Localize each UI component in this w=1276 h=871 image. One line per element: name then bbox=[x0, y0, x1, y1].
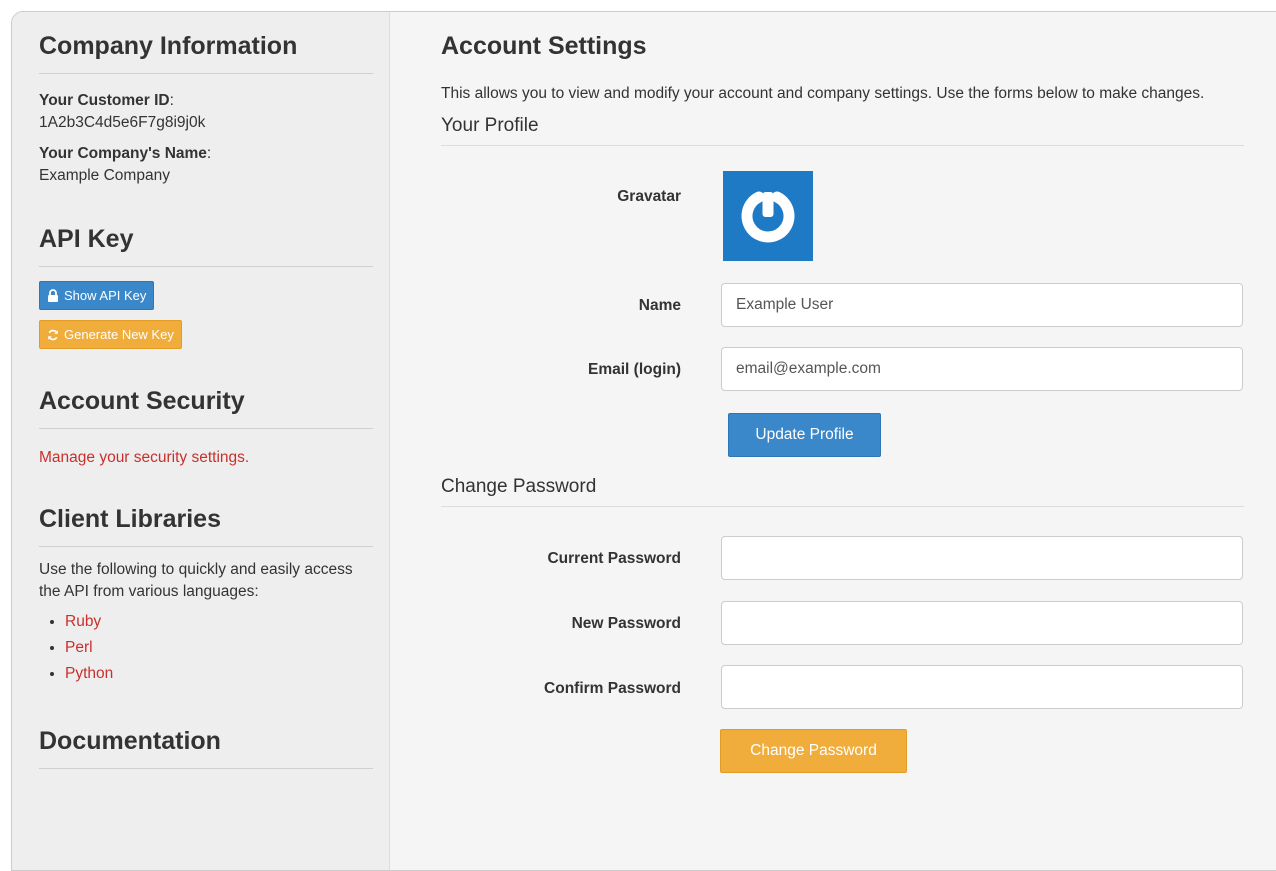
library-link-ruby[interactable]: Ruby bbox=[65, 613, 101, 630]
new-password-input[interactable] bbox=[721, 601, 1243, 645]
company-name: Your Company's Name: Example Company bbox=[39, 143, 373, 187]
change-password-section-title: Change Password bbox=[441, 476, 1244, 507]
new-password-label: New Password bbox=[571, 615, 681, 632]
app-window: Company Information Your Customer ID: 1A… bbox=[11, 11, 1276, 871]
customer-id-separator: : bbox=[169, 92, 174, 109]
client-libraries-description: Use the following to quickly and easily … bbox=[39, 561, 353, 600]
customer-id: Your Customer ID: 1A2b3C4d5e6F7g8i9j0k bbox=[39, 90, 373, 134]
main-content: Account Settings This allows you to view… bbox=[441, 12, 1244, 773]
your-profile-section-title: Your Profile bbox=[441, 115, 1244, 146]
name-label: Name bbox=[638, 297, 681, 314]
list-item: Perl bbox=[65, 635, 373, 661]
gravatar-label: Gravatar bbox=[617, 188, 681, 205]
company-name-label: Your Company's Name bbox=[39, 145, 207, 162]
api-key-heading: API Key bbox=[39, 225, 373, 267]
update-profile-button[interactable]: Update Profile bbox=[728, 413, 881, 457]
gravatar-image bbox=[723, 171, 813, 261]
show-api-key-label: Show API Key bbox=[64, 288, 147, 303]
customer-id-label: Your Customer ID bbox=[39, 92, 170, 109]
current-password-input[interactable] bbox=[721, 536, 1243, 580]
list-item: Ruby bbox=[65, 609, 373, 635]
refresh-icon bbox=[47, 329, 59, 341]
password-form: Current Password New Password Confirm Pa… bbox=[441, 507, 1244, 773]
change-password-button[interactable]: Change Password bbox=[720, 729, 907, 773]
email-label: Email (login) bbox=[588, 361, 681, 378]
customer-id-value: 1A2b3C4d5e6F7g8i9j0k bbox=[39, 114, 206, 131]
api-key-actions: Show API Key Generate New Key bbox=[39, 281, 373, 349]
confirm-password-label: Confirm Password bbox=[544, 680, 681, 697]
show-api-key-button[interactable]: Show API Key bbox=[39, 281, 155, 310]
profile-form: Gravatar Name Example User Email (login)… bbox=[441, 146, 1244, 476]
list-item: Python bbox=[65, 661, 373, 687]
confirm-password-input[interactable] bbox=[721, 665, 1243, 709]
gravatar-logo-icon bbox=[723, 191, 813, 265]
generate-new-key-button[interactable]: Generate New Key bbox=[39, 320, 182, 349]
lock-icon bbox=[47, 289, 59, 302]
client-libraries-list: Ruby Perl Python bbox=[39, 609, 373, 687]
library-link-perl[interactable]: Perl bbox=[65, 639, 93, 656]
client-libraries-heading: Client Libraries bbox=[39, 505, 373, 547]
documentation-heading: Documentation bbox=[39, 727, 373, 769]
company-name-value: Example Company bbox=[39, 167, 170, 184]
generate-new-key-label: Generate New Key bbox=[64, 327, 174, 342]
company-information-heading: Company Information bbox=[39, 32, 373, 74]
page-intro: This allows you to view and modify your … bbox=[441, 85, 1205, 102]
sidebar: Company Information Your Customer ID: 1A… bbox=[12, 12, 390, 870]
page-title: Account Settings bbox=[441, 32, 647, 60]
company-name-separator: : bbox=[206, 145, 212, 162]
current-password-label: Current Password bbox=[547, 550, 681, 567]
account-security-heading: Account Security bbox=[39, 387, 373, 429]
manage-security-link[interactable]: Manage your security settings. bbox=[39, 447, 373, 469]
email-input[interactable]: email@example.com bbox=[721, 347, 1243, 391]
library-link-python[interactable]: Python bbox=[65, 665, 113, 682]
name-input[interactable]: Example User bbox=[721, 283, 1243, 327]
